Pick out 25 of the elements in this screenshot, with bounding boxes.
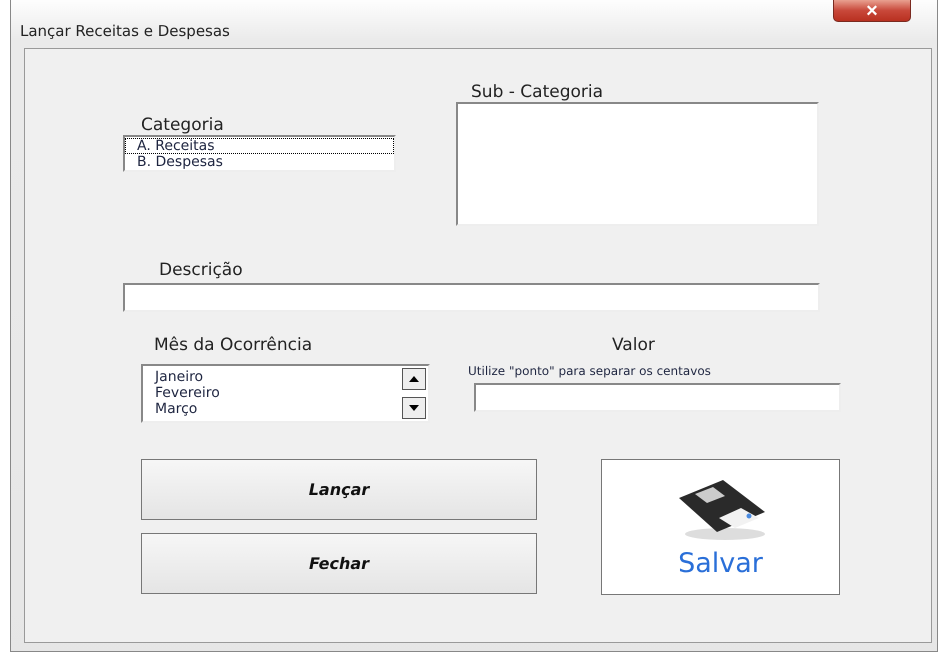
list-item[interactable]: Fevereiro xyxy=(143,385,220,401)
value-field[interactable] xyxy=(474,383,841,412)
month-list[interactable]: Janeiro Fevereiro Março xyxy=(141,364,430,423)
list-item[interactable]: B. Despesas xyxy=(125,154,394,170)
list-item[interactable]: Março xyxy=(143,401,220,417)
description-field[interactable] xyxy=(123,283,820,312)
close-button[interactable]: × xyxy=(833,0,911,22)
category-list[interactable]: A. Receitas B. Despesas xyxy=(123,135,396,172)
category-label: Categoria xyxy=(141,115,225,135)
save-button[interactable]: Salvar xyxy=(601,459,840,595)
scroll-down-button[interactable] xyxy=(402,397,426,419)
value-hint: Utilize "ponto" para separar os centavos xyxy=(468,364,711,378)
list-item[interactable]: A. Receitas xyxy=(125,138,394,154)
value-label: Valor xyxy=(612,335,655,355)
subcategory-label: Sub - Categoria xyxy=(471,82,604,102)
action-button[interactable]: Lançar xyxy=(141,459,537,520)
description-label: Descrição xyxy=(159,260,244,280)
month-label: Mês da Ocorrência xyxy=(154,335,314,355)
down-arrow-icon xyxy=(409,405,419,411)
subcategory-list[interactable] xyxy=(456,102,819,226)
window-title: Lançar Receitas e Despesas xyxy=(20,22,230,40)
action-button[interactable]: Fechar xyxy=(141,533,537,594)
scroll-up-button[interactable] xyxy=(402,368,426,390)
list-item[interactable]: Janeiro xyxy=(143,369,220,385)
up-arrow-icon xyxy=(409,376,419,382)
